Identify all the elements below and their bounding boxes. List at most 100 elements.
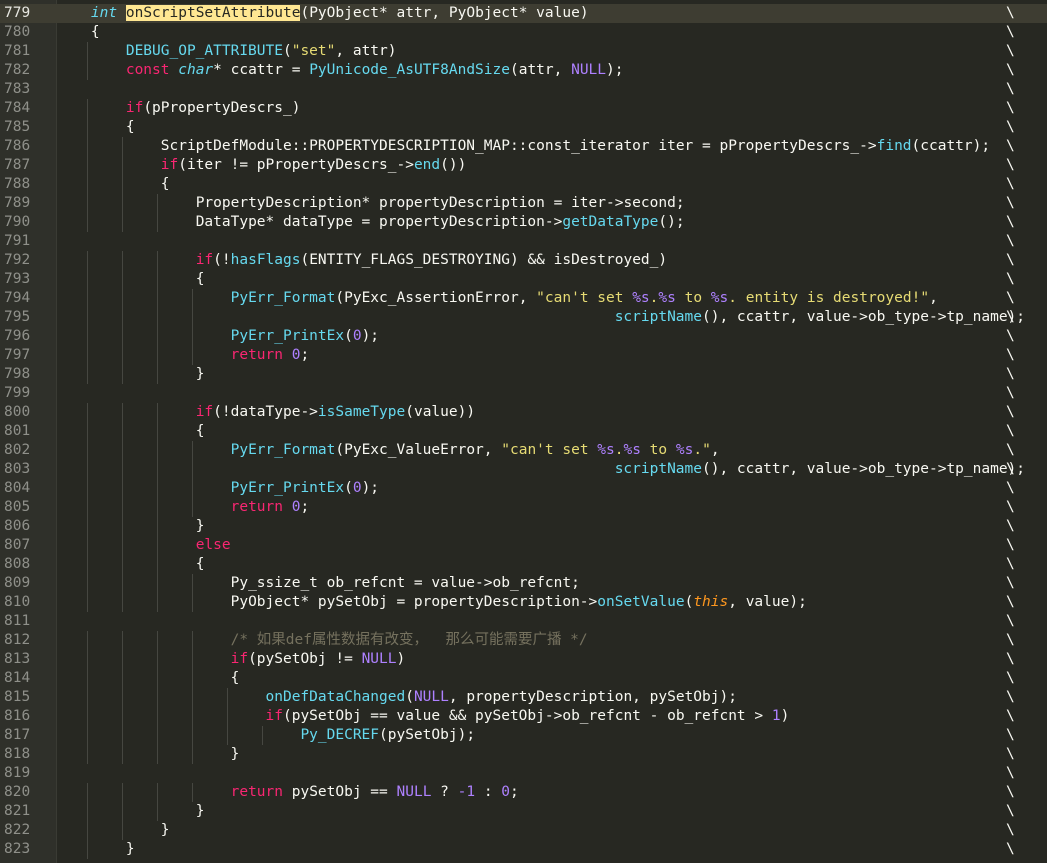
line-number: 818 — [4, 746, 31, 762]
line-number: 788 — [4, 176, 31, 192]
code-line-818[interactable]: 818 } \ — [0, 745, 1047, 764]
code-line-806[interactable]: 806 } \ — [0, 517, 1047, 536]
code-token: (ccattr); — [911, 138, 991, 154]
code-token: } — [230, 746, 240, 762]
code-line-779[interactable]: 779 int onScriptSetAttribute(PyObject* a… — [0, 4, 1047, 23]
code-token: (value)) — [405, 404, 476, 420]
code-text: PropertyDescription* propertyDescription… — [56, 194, 685, 213]
line-number: 806 — [4, 518, 31, 534]
code-token: isSameType — [317, 404, 406, 420]
code-text: if(pySetObj != NULL) — [56, 650, 406, 669]
code-token: (pySetObj == value && pySetObj->ob_refcn… — [282, 708, 772, 724]
code-line-815[interactable]: 815 onDefDataChanged(NULL, propertyDescr… — [0, 688, 1047, 707]
line-number: 783 — [4, 81, 31, 97]
code-line-798[interactable]: 798 } \ — [0, 365, 1047, 384]
code-token: (ENTITY_FLAGS_DESTROYING) && isDestroyed… — [300, 252, 668, 268]
code-line-804[interactable]: 804 PyErr_PrintEx(0); \ — [0, 479, 1047, 498]
line-continuation: \ — [1006, 195, 1015, 211]
code-token: PyErr_PrintEx — [230, 480, 345, 496]
code-line-784[interactable]: 784 if(pPropertyDescrs_) \ — [0, 99, 1047, 118]
code-line-822[interactable]: 822 } \ — [0, 821, 1047, 840]
code-text: return pySetObj == NULL ? -1 : 0; — [56, 783, 519, 802]
code-line-799[interactable]: 799 \ — [0, 384, 1047, 403]
line-number: 801 — [4, 423, 31, 439]
code-line-788[interactable]: 788 {\ — [0, 175, 1047, 194]
code-text: } — [56, 802, 205, 821]
code-text: { — [56, 422, 205, 441]
code-token: 0 — [501, 784, 511, 800]
code-line-786[interactable]: 786 ScriptDefModule::PROPERTYDESCRIPTION… — [0, 137, 1047, 156]
code-line-795[interactable]: 795 scriptName(), ccattr, value->ob_type… — [0, 308, 1047, 327]
code-text: } — [56, 821, 170, 840]
line-number: 781 — [4, 43, 31, 59]
code-line-789[interactable]: 789 PropertyDescription* propertyDescrip… — [0, 194, 1047, 213]
code-text: return 0; — [56, 498, 310, 517]
code-line-780[interactable]: 780 {\ — [0, 23, 1047, 42]
code-text: PyErr_PrintEx(0); — [56, 479, 379, 498]
code-token: 0 — [352, 480, 362, 496]
line-continuation: \ — [1006, 784, 1015, 800]
line-continuation: \ — [1006, 518, 1015, 534]
code-token: { — [195, 423, 205, 439]
code-line-812[interactable]: 812 /* 如果def属性数据有改变， 那么可能需要广播 */ \ — [0, 631, 1047, 650]
code-token: (pySetObj != — [248, 651, 362, 667]
code-line-783[interactable]: 783 \ — [0, 80, 1047, 99]
line-number: 799 — [4, 385, 31, 401]
code-line-813[interactable]: 813 if(pySetObj != NULL) \ — [0, 650, 1047, 669]
code-token: end — [413, 157, 441, 173]
code-token: NULL — [361, 651, 397, 667]
line-number: 810 — [4, 594, 31, 610]
code-token: %s — [597, 442, 615, 458]
code-line-802[interactable]: 802 PyErr_Format(PyExc_ValueError, "can'… — [0, 441, 1047, 460]
code-line-801[interactable]: 801 {\ — [0, 422, 1047, 441]
code-editor[interactable]: 779 int onScriptSetAttribute(PyObject* a… — [0, 0, 1047, 863]
code-line-803[interactable]: 803 scriptName(), ccattr, value->ob_type… — [0, 460, 1047, 479]
code-line-807[interactable]: 807 else \ — [0, 536, 1047, 555]
code-line-790[interactable]: 790 DataType* dataType = propertyDescrip… — [0, 213, 1047, 232]
code-token: (!dataType-> — [213, 404, 318, 420]
code-line-814[interactable]: 814 {\ — [0, 669, 1047, 688]
code-token: ( — [344, 328, 353, 344]
code-line-823[interactable]: 823 } \ — [0, 840, 1047, 859]
code-line-796[interactable]: 796 PyErr_PrintEx(0); \ — [0, 327, 1047, 346]
code-line-792[interactable]: 792 if(!hasFlags(ENTITY_FLAGS_DESTROYING… — [0, 251, 1047, 270]
code-token: %s — [675, 442, 694, 458]
code-line-800[interactable]: 800 if(!dataType->isSameType(value)) \ — [0, 403, 1047, 422]
code-text: Py_ssize_t ob_refcnt = value->ob_refcnt; — [56, 574, 580, 593]
code-token: /* 如果def属性数据有改变， 那么可能需要广播 */ — [230, 632, 588, 648]
code-token: , value); — [728, 594, 807, 610]
code-token: pySetObj == — [283, 784, 397, 800]
code-text: } — [56, 517, 205, 536]
code-line-791[interactable]: 791 \ — [0, 232, 1047, 251]
code-line-781[interactable]: 781 DEBUG_OP_ATTRIBUTE("set", attr) \ — [0, 42, 1047, 61]
code-line-794[interactable]: 794 PyErr_Format(PyExc_AssertionError, "… — [0, 289, 1047, 308]
code-line-782[interactable]: 782 const char* ccattr = PyUnicode_AsUTF… — [0, 61, 1047, 80]
code-text: } — [56, 745, 240, 764]
code-token: { — [230, 670, 240, 686]
code-line-819[interactable]: 819 \ — [0, 764, 1047, 783]
code-token: "can't set — [536, 290, 633, 306]
code-area[interactable]: 779 int onScriptSetAttribute(PyObject* a… — [0, 4, 1047, 859]
code-line-793[interactable]: 793 {\ — [0, 270, 1047, 289]
code-line-817[interactable]: 817 Py_DECREF(pySetObj); \ — [0, 726, 1047, 745]
code-line-810[interactable]: 810 PyObject* pySetObj = propertyDescrip… — [0, 593, 1047, 612]
code-line-787[interactable]: 787 if(iter != pPropertyDescrs_->end()) \ — [0, 156, 1047, 175]
code-token: } — [195, 803, 205, 819]
code-line-821[interactable]: 821 } \ — [0, 802, 1047, 821]
code-line-808[interactable]: 808 {\ — [0, 555, 1047, 574]
code-token: ; — [300, 347, 310, 363]
code-line-811[interactable]: 811 \ — [0, 612, 1047, 631]
code-token: scriptName — [614, 461, 703, 477]
code-token: Py_DECREF — [300, 727, 380, 743]
code-line-785[interactable]: 785 {\ — [0, 118, 1047, 137]
code-line-797[interactable]: 797 return 0; \ — [0, 346, 1047, 365]
code-line-805[interactable]: 805 return 0; \ — [0, 498, 1047, 517]
code-line-809[interactable]: 809 Py_ssize_t ob_refcnt = value->ob_ref… — [0, 574, 1047, 593]
line-continuation: \ — [1006, 252, 1015, 268]
line-number: 792 — [4, 252, 31, 268]
line-number: 808 — [4, 556, 31, 572]
code-line-820[interactable]: 820 return pySetObj == NULL ? -1 : 0; \ — [0, 783, 1047, 802]
code-line-816[interactable]: 816 if(pySetObj == value && pySetObj->ob… — [0, 707, 1047, 726]
line-continuation: \ — [1006, 385, 1015, 401]
